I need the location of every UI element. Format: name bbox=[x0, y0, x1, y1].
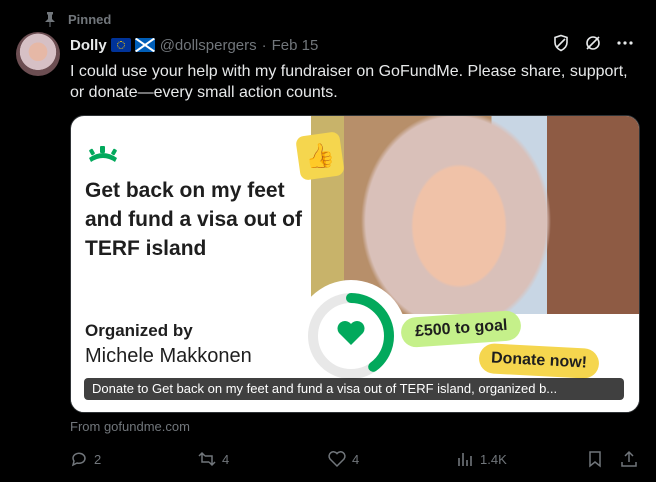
tweet-header: Dolly @dollspergers · Feb 15 bbox=[70, 34, 318, 56]
views-icon bbox=[458, 453, 472, 466]
pinned-label: Pinned bbox=[68, 11, 112, 27]
separator: · bbox=[261, 36, 267, 54]
more-icon[interactable] bbox=[616, 34, 634, 52]
organized-by-label: Organized by bbox=[85, 321, 193, 340]
views-button[interactable]: 1.4K bbox=[456, 450, 507, 468]
author-name[interactable]: Dolly bbox=[70, 37, 107, 54]
donate-now-badge: Donate now! bbox=[478, 342, 600, 380]
share-icon bbox=[621, 450, 637, 467]
share-button[interactable] bbox=[620, 450, 638, 468]
bookmark-icon bbox=[589, 451, 601, 468]
repost-icon bbox=[198, 451, 216, 467]
card-caption: Donate to Get back on my feet and fund a… bbox=[84, 378, 624, 400]
pin-icon bbox=[45, 12, 55, 27]
thumbs-up-icon: 👍 bbox=[295, 131, 345, 181]
gofundme-logo-icon bbox=[89, 146, 117, 162]
eu-flag-icon bbox=[110, 38, 131, 52]
bookmark-button[interactable] bbox=[586, 450, 604, 468]
reply-button[interactable]: 2 bbox=[70, 450, 101, 468]
view-count: 1.4K bbox=[480, 451, 507, 467]
tweet-actions: 2 4 4 1.4K bbox=[70, 450, 640, 470]
card-title: Get back on my feet and fund a visa out … bbox=[85, 179, 303, 260]
link-card[interactable]: Get back on my feet and fund a visa out … bbox=[70, 115, 640, 413]
like-button[interactable]: 4 bbox=[328, 450, 359, 468]
reply-icon bbox=[71, 452, 86, 467]
author-handle[interactable]: @dollspergers bbox=[160, 37, 257, 54]
scotland-flag-icon bbox=[134, 38, 155, 52]
reply-count: 2 bbox=[94, 451, 102, 467]
like-count: 4 bbox=[352, 451, 360, 467]
repost-button[interactable]: 4 bbox=[198, 450, 229, 468]
avatar[interactable] bbox=[16, 32, 60, 76]
heart-outline-icon bbox=[328, 451, 346, 468]
fundraiser-photo bbox=[311, 116, 639, 314]
tweet-top-actions bbox=[552, 34, 634, 52]
grok-icon[interactable] bbox=[584, 34, 602, 52]
repost-count: 4 bbox=[222, 451, 230, 467]
pinned-indicator: Pinned bbox=[44, 9, 111, 29]
tweet-date[interactable]: Feb 15 bbox=[272, 37, 319, 54]
organizer-name: Michele Makkonen bbox=[85, 345, 252, 367]
tweet-text: I could use your help with my fundraiser… bbox=[70, 63, 628, 101]
heart-icon bbox=[337, 321, 365, 345]
card-source[interactable]: From gofundme.com bbox=[70, 419, 190, 434]
shield-icon[interactable] bbox=[552, 34, 570, 52]
